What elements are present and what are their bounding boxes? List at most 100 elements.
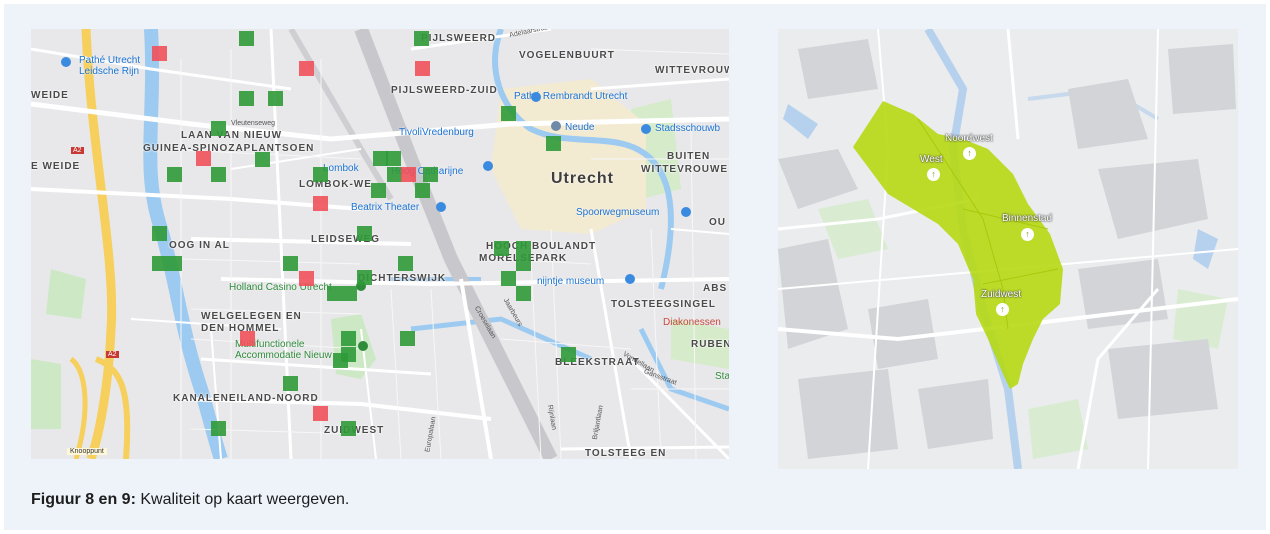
quality-marker-good[interactable] [211,121,226,136]
quality-marker-bad[interactable] [196,151,211,166]
quality-marker-good[interactable] [561,347,576,362]
quality-marker-good[interactable] [371,183,386,198]
district-label: BUITEN [667,151,711,162]
area-label-binnenstad: Binnenstad [1002,213,1053,224]
quality-marker-bad[interactable] [313,196,328,211]
district-label: WEIDE [31,90,69,101]
quality-marker-good[interactable] [167,256,182,271]
district-label: E WEIDE [31,161,81,172]
quality-marker-good[interactable] [423,167,438,182]
poi-label: nijntje museum [537,276,605,287]
poi-pin-icon [681,207,691,217]
district-label: RUBEN [691,339,729,350]
highway-shield: A2 [106,351,119,358]
poi-pin-icon [436,202,446,212]
poi-label: Holland Casino Utrecht [229,282,332,293]
map-district-areas[interactable]: Noordwest West Binnenstad Zuidwest ↑ ↑ ↑… [778,29,1238,469]
area-label-zuidwest: Zuidwest [981,289,1022,300]
quality-marker-good[interactable] [357,270,372,285]
quality-marker-good[interactable] [152,226,167,241]
poi-label: TivoliVredenburg [399,127,474,138]
district-label: WITTEVROUW [655,65,729,76]
area-pin-icon[interactable]: ↑ [996,303,1009,316]
quality-marker-good[interactable] [268,91,283,106]
poi-label: Sta [715,371,729,382]
quality-marker-good[interactable] [398,256,413,271]
poi-label: Neude [565,122,595,133]
quality-marker-good[interactable] [501,106,516,121]
poi-label: Pathé Utrecht [79,55,141,66]
area-label-noordwest: Noordwest [945,133,993,144]
quality-marker-good[interactable] [283,376,298,391]
district-label: TOLSTEEGSINGEL [611,299,716,310]
poi-pin-icon [551,121,561,131]
area-pin-icon[interactable]: ↑ [927,168,940,181]
poi-pin-icon [531,92,541,102]
quality-marker-good[interactable] [327,286,342,301]
caption-bold: Figuur 8 en 9: [31,491,136,508]
district-label: KANALENEILAND-NOORD [173,393,319,404]
poi-label: Beatrix Theater [351,202,420,213]
area-pin-icon[interactable]: ↑ [1021,228,1034,241]
quality-marker-bad[interactable] [299,271,314,286]
junction-label: Knooppunt [67,448,107,455]
quality-marker-good[interactable] [415,183,430,198]
quality-marker-good[interactable] [516,286,531,301]
quality-marker-good[interactable] [283,256,298,271]
quality-marker-good[interactable] [313,167,328,182]
quality-marker-bad[interactable] [240,331,255,346]
district-label: WELGELEGEN EN [201,311,302,322]
district-label: LOMBOK-WE [299,179,372,190]
quality-marker-good[interactable] [501,271,516,286]
quality-marker-bad[interactable] [415,61,430,76]
quality-marker-bad[interactable] [313,406,328,421]
district-label: LAAN VAN NIEUW [181,130,283,141]
quality-marker-good[interactable] [239,31,254,46]
quality-marker-good[interactable] [239,91,254,106]
poi-label: Lombok [323,163,359,174]
quality-marker-good[interactable] [341,421,356,436]
poi-label: Leidsche Rijn [79,66,140,77]
quality-marker-good[interactable] [211,167,226,182]
quality-marker-good[interactable] [342,286,357,301]
quality-marker-good[interactable] [516,241,531,256]
district-label: OU [709,217,726,228]
quality-marker-good[interactable] [211,421,226,436]
district-label: OOG IN AL [169,240,230,251]
street-label: Vleutenseweg [231,120,275,127]
quality-marker-good[interactable] [494,241,509,256]
district-label: TOLSTEEG EN [585,448,667,459]
figure-caption: Figuur 8 en 9: Kwaliteit op kaart weerge… [31,491,349,509]
district-label: WITTEVROUWE [641,164,729,175]
poi-pin-icon [483,161,493,171]
quality-marker-good[interactable] [357,226,372,241]
quality-marker-good[interactable] [387,167,402,182]
quality-marker-good[interactable] [546,136,561,151]
quality-marker-good[interactable] [152,256,167,271]
poi-label: Diakonessen [663,317,721,328]
district-label: PIJLSWEERD-ZUID [391,85,498,96]
quality-marker-good[interactable] [386,151,401,166]
poi-pin-icon [625,274,635,284]
quality-marker-good[interactable] [400,331,415,346]
map-base-layer [778,29,1238,469]
map-quality-markers[interactable]: PIJLSWEERD VOGELENBUURT WITTEVROUW PIJLS… [31,29,729,459]
caption-text: Kwaliteit op kaart weergeven. [135,491,350,508]
quality-marker-bad[interactable] [152,46,167,61]
district-label: PIJLSWEERD [421,33,497,44]
poi-label: Spoorwegmuseum [576,207,660,218]
area-pin-icon[interactable]: ↑ [963,147,976,160]
highway-shield: A2 [71,147,84,154]
quality-marker-bad[interactable] [401,167,416,182]
poi-label: Stadsschouwb [655,123,721,134]
quality-marker-good[interactable] [516,256,531,271]
quality-marker-good[interactable] [341,331,356,346]
poi-label: Accommodatie Nieuw [235,350,332,361]
quality-marker-good[interactable] [167,167,182,182]
quality-marker-good[interactable] [333,353,348,368]
area-label-west: West [920,154,943,165]
quality-marker-bad[interactable] [299,61,314,76]
quality-marker-good[interactable] [414,31,429,46]
quality-marker-good[interactable] [255,152,270,167]
district-label: ABS [703,283,728,294]
